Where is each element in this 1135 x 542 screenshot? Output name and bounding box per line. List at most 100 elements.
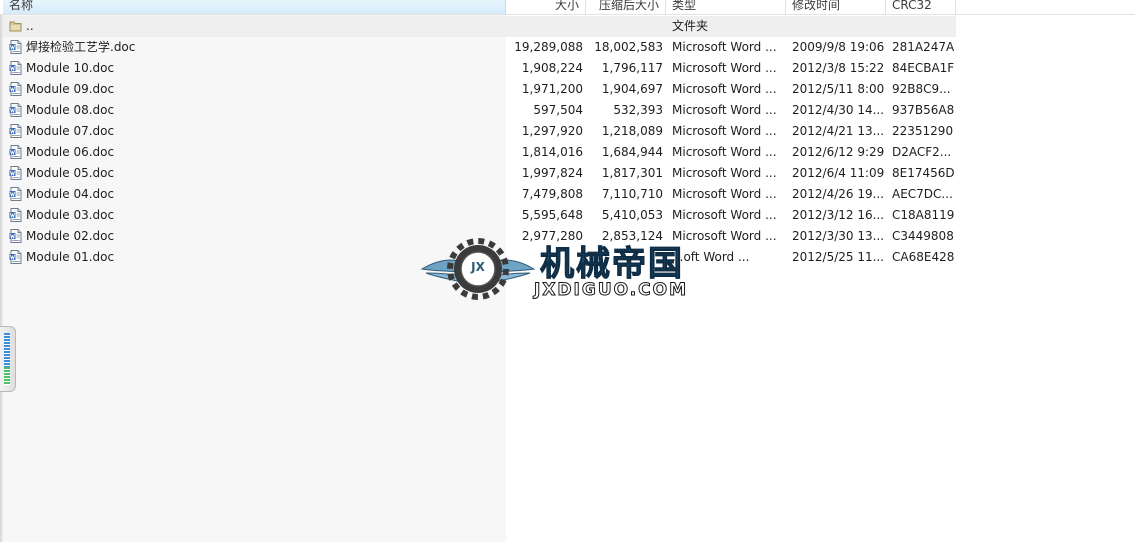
file-name-cell: Module 07.doc xyxy=(9,121,504,142)
file-type-cell: Microsoft Word ... xyxy=(672,145,777,159)
column-header-modified[interactable]: 修改时间 xyxy=(786,0,886,14)
file-modified-cell: 2012/6/12 9:29 xyxy=(792,145,885,159)
file-packed-size-cell: 1,218,089 xyxy=(601,124,663,138)
file-size-cell: 1,814,016 xyxy=(521,145,583,159)
table-row[interactable]: Module 07.doc 1,297,920 1,218,089 Microsoft… xyxy=(3,121,956,142)
file-type-cell: Microsoft Word ... xyxy=(672,40,777,54)
watermark-subtitle: JXDIGUO.COM xyxy=(533,280,689,301)
file-modified-cell: 2009/9/8 19:06 xyxy=(792,40,885,54)
file-name: Module 03.doc xyxy=(26,208,115,222)
word-document-icon xyxy=(9,228,22,243)
file-name-cell: Module 08.doc xyxy=(9,100,504,121)
file-name-cell: Module 06.doc xyxy=(9,142,504,163)
file-packed-size-cell: 18,002,583 xyxy=(594,40,663,54)
table-row[interactable]: Module 05.doc 1,997,824 1,817,301 Microsoft… xyxy=(3,163,956,184)
file-size-cell: 1,297,920 xyxy=(521,124,583,138)
file-name: Module 04.doc xyxy=(26,187,115,201)
file-name: Module 01.doc xyxy=(26,250,115,264)
file-size-cell: 597,504 xyxy=(533,103,583,117)
file-crc32-cell: C3449808 xyxy=(892,229,954,243)
file-crc32-cell: D2ACF2... xyxy=(892,145,952,159)
file-modified-cell: 2012/6/4 11:09 xyxy=(792,166,885,180)
file-type-cell: Microsoft Word ... xyxy=(672,208,777,222)
file-crc32-cell: 84ECBA1F xyxy=(892,61,955,75)
watermark-logo: JX 机械帝国 JXDIGUO.COM xyxy=(420,236,715,306)
column-header-size[interactable]: 大小 xyxy=(506,0,586,14)
parent-name-cell: .. xyxy=(9,16,504,37)
column-header-crc32[interactable]: CRC32 xyxy=(886,0,956,14)
file-name: Module 06.doc xyxy=(26,145,115,159)
word-document-icon xyxy=(9,60,22,75)
file-crc32-cell: AEC7DC... xyxy=(892,187,953,201)
file-crc32-cell: C18A8119 xyxy=(892,208,955,222)
file-size-cell: 1,997,824 xyxy=(521,166,583,180)
file-type-cell: Microsoft Word ... xyxy=(672,103,777,117)
file-name-cell: Module 03.doc xyxy=(9,205,504,226)
folder-icon xyxy=(9,21,22,31)
word-document-icon xyxy=(9,102,22,117)
docked-side-widget[interactable] xyxy=(0,326,16,392)
file-name-cell: Module 09.doc xyxy=(9,79,504,100)
file-modified-cell: 2012/3/8 15:22 xyxy=(792,61,885,75)
file-size-cell: 1,971,200 xyxy=(521,82,583,96)
file-crc32-cell: CA68E428 xyxy=(892,250,955,264)
file-modified-cell: 2012/4/30 14... xyxy=(792,103,885,117)
word-document-icon xyxy=(9,186,22,201)
table-row[interactable]: Module 04.doc 7,479,808 7,110,710 Microsoft… xyxy=(3,184,956,205)
file-packed-size-cell: 7,110,710 xyxy=(601,187,663,201)
file-name-cell: Module 10.doc xyxy=(9,58,504,79)
file-modified-cell: 2012/5/11 8:00 xyxy=(792,82,885,96)
file-packed-size-cell: 5,410,053 xyxy=(601,208,663,222)
word-document-icon xyxy=(9,39,22,54)
file-size-cell: 1,908,224 xyxy=(521,61,583,75)
file-type-cell: Microsoft Word ... xyxy=(672,82,777,96)
word-document-icon xyxy=(9,81,22,96)
file-type-cell: Microsoft Word ... xyxy=(672,124,777,138)
file-name: Module 05.doc xyxy=(26,166,115,180)
file-modified-cell: 2012/3/30 13... xyxy=(792,229,885,243)
file-size-cell: 7,479,808 xyxy=(521,187,583,201)
file-type-cell: Microsoft Word ... xyxy=(672,61,777,75)
word-document-icon xyxy=(9,165,22,180)
file-packed-size-cell: 1,817,301 xyxy=(601,166,663,180)
column-header-type[interactable]: 类型 xyxy=(666,0,786,14)
word-document-icon xyxy=(9,249,22,264)
file-packed-size-cell: 532,393 xyxy=(613,103,663,117)
column-header-packed-size[interactable]: 压缩后大小 xyxy=(586,0,666,14)
table-row[interactable]: Module 03.doc 5,595,648 5,410,053 Microsoft… xyxy=(3,205,956,226)
file-name: Module 08.doc xyxy=(26,103,115,117)
parent-type-cell: 文件夹 xyxy=(672,19,709,33)
table-row[interactable]: 焊接检验工艺学.doc 19,289,088 18,002,583 Microsoft… xyxy=(3,37,956,58)
column-header-name[interactable]: 名称 xyxy=(3,0,506,14)
file-name: Module 07.doc xyxy=(26,124,115,138)
file-type-cell: Microsoft Word ... xyxy=(672,166,777,180)
table-row[interactable]: Module 09.doc 1,971,200 1,904,697 Microsoft… xyxy=(3,79,956,100)
file-name-cell: Module 05.doc xyxy=(9,163,504,184)
word-document-icon xyxy=(9,144,22,159)
file-name: 焊接检验工艺学.doc xyxy=(26,40,136,54)
file-packed-size-cell: 1,796,117 xyxy=(601,61,663,75)
file-packed-size-cell: 1,684,944 xyxy=(601,145,663,159)
table-row[interactable]: Module 10.doc 1,908,224 1,796,117 Microsoft… xyxy=(3,58,956,79)
list-item-parent-folder[interactable]: .. 文件夹 xyxy=(3,16,956,37)
file-crc32-cell: 92B8C9... xyxy=(892,82,951,96)
parent-folder-label: .. xyxy=(26,19,34,33)
table-row[interactable]: Module 06.doc 1,814,016 1,684,944 Microsoft… xyxy=(3,142,956,163)
file-crc32-cell: 22351290 xyxy=(892,124,954,138)
file-crc32-cell: 8E17456D xyxy=(892,166,955,180)
word-document-icon xyxy=(9,123,22,138)
table-row[interactable]: Module 08.doc 597,504 532,393 Microsoft Wor… xyxy=(3,100,956,121)
word-document-icon xyxy=(9,207,22,222)
file-modified-cell: 2012/4/21 13... xyxy=(792,124,885,138)
file-name: Module 09.doc xyxy=(26,82,115,96)
file-crc32-cell: 281A247A xyxy=(892,40,955,54)
file-packed-size-cell: 1,904,697 xyxy=(601,82,663,96)
file-name: Module 10.doc xyxy=(26,61,115,75)
column-header-bar: 名称 大小 压缩后大小 类型 修改时间 CRC32 xyxy=(0,0,1135,15)
file-name-cell: 焊接检验工艺学.doc xyxy=(9,37,504,58)
file-name: Module 02.doc xyxy=(26,229,115,243)
level-meter-icon xyxy=(4,333,10,385)
file-crc32-cell: 937B56A8 xyxy=(892,103,955,117)
file-modified-cell: 2012/5/25 11... xyxy=(792,250,885,264)
file-name-cell: Module 04.doc xyxy=(9,184,504,205)
